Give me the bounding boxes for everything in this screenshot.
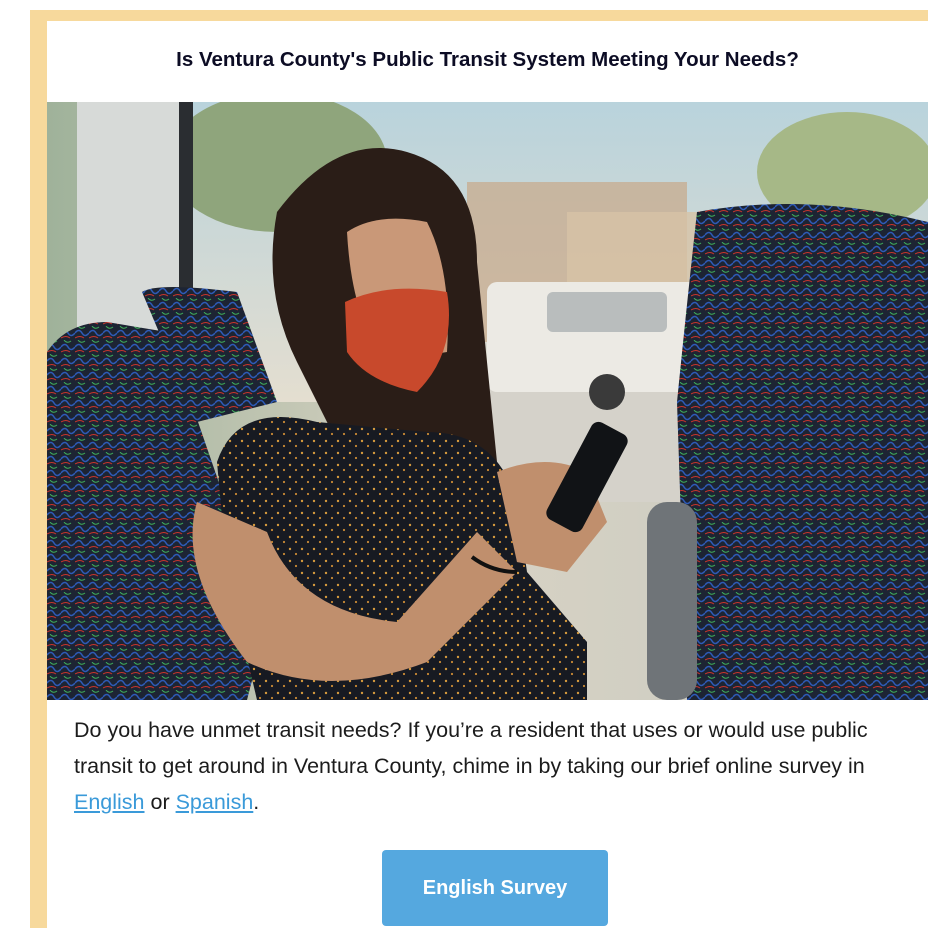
english-survey-button[interactable]: English Survey [382, 850, 608, 926]
description-text-end: . [253, 790, 260, 814]
page-title: Is Ventura County's Public Transit Syste… [176, 48, 799, 71]
description-text-or: or [144, 790, 176, 814]
bus-passenger-photo [47, 102, 928, 700]
english-survey-button-label: English Survey [422, 876, 568, 899]
page-frame: Is Ventura County's Public Transit Syste… [0, 0, 928, 928]
description-text-start: Do you have unmet transit needs? If you’… [74, 718, 868, 778]
english-survey-link[interactable]: English [74, 790, 145, 814]
survey-description: Do you have unmet transit needs? If you’… [74, 712, 904, 820]
spanish-survey-link[interactable]: Spanish [176, 790, 254, 814]
